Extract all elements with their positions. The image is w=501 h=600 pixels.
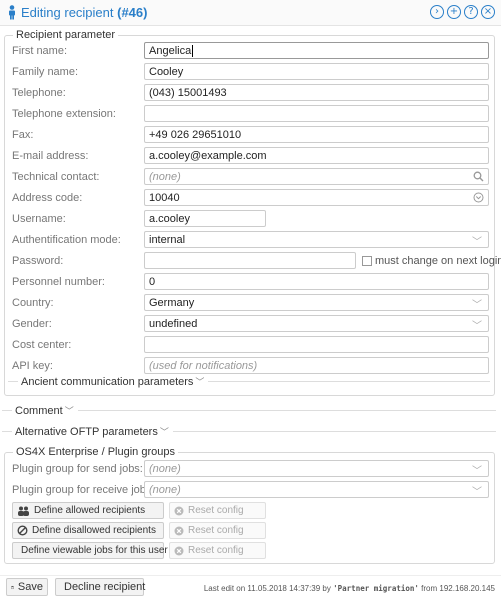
chevron-down-icon: ﹀ (472, 466, 482, 477)
os4x-legend: OS4X Enterprise / Plugin groups (13, 446, 178, 458)
gender-label: Gender: (12, 318, 52, 330)
search-icon[interactable] (473, 171, 484, 182)
person-icon (9, 5, 15, 20)
address-code-input[interactable]: 10040 (144, 189, 489, 206)
cost-center-label: Cost center: (12, 339, 72, 351)
help-circle-icon[interactable]: ? (464, 5, 478, 19)
family-name-label: Family name: (12, 66, 79, 78)
page-title: Editing recipient (#46) (21, 5, 148, 20)
define-disallowed-recipients-button[interactable]: Define disallowed recipients (12, 522, 164, 539)
decline-recipient-button[interactable]: Decline recipient (55, 578, 145, 596)
must-change-label: must change on next login (375, 255, 501, 267)
api-key-label: API key: (12, 360, 53, 372)
email-input[interactable]: a.cooley@example.com (144, 147, 489, 164)
receive-jobs-label: Plugin group for receive jobs: (12, 484, 155, 496)
footer-divider (0, 575, 501, 576)
block-icon (17, 525, 28, 536)
username-input[interactable]: a.cooley (144, 210, 266, 227)
define-viewable-jobs-button[interactable]: Define viewable jobs for this user (12, 542, 168, 559)
chevron-down-icon: ﹀ (64, 406, 74, 416)
reset-config-button[interactable]: Reset config (169, 542, 266, 559)
comment-toggle[interactable]: Comment ﹀ (2, 404, 496, 417)
comment-label: Comment (15, 404, 63, 417)
email-label: E-mail address: (12, 150, 89, 162)
personnel-number-label: Personnel number: (12, 276, 105, 288)
username-label: Username: (12, 213, 66, 225)
address-code-label: Address code: (12, 192, 83, 204)
chevron-down-circle-icon[interactable] (473, 192, 484, 203)
first-name-label: First name: (12, 45, 68, 57)
must-change-checkbox[interactable] (362, 256, 372, 266)
cost-center-input[interactable] (144, 336, 489, 353)
fax-input[interactable]: +49 026 29651010 (144, 126, 489, 143)
close-circle-icon (174, 506, 184, 515)
close-circle-icon (174, 546, 184, 555)
reset-config-button[interactable]: Reset config (169, 522, 266, 539)
country-select[interactable]: Germany ﹀ (144, 294, 489, 311)
fax-label: Fax: (12, 129, 34, 141)
ancient-communication-label: Ancient communication parameters (21, 375, 194, 388)
chevron-down-icon: ﹀ (472, 321, 482, 332)
reset-config-button[interactable]: Reset config (169, 502, 266, 519)
technical-contact-label: Technical contact: (12, 171, 100, 183)
chevron-down-icon: ﹀ (472, 237, 482, 248)
send-jobs-select[interactable]: (none) ﹀ (144, 460, 489, 477)
close-circle-icon[interactable]: × (481, 5, 495, 19)
save-button[interactable]: Save (6, 578, 48, 596)
gender-select[interactable]: undefined ﹀ (144, 315, 489, 332)
password-input[interactable] (144, 252, 356, 269)
chevron-down-icon: ﹀ (472, 487, 482, 498)
personnel-number-input[interactable]: 0 (144, 273, 489, 290)
last-edit-info: Last edit on 11.05.2018 14:37:39 by 'Par… (203, 584, 495, 593)
chevron-down-icon: ﹀ (472, 300, 482, 311)
chevron-down-icon: ﹀ (159, 427, 169, 437)
recipient-parameter-legend: Recipient parameter (13, 29, 119, 41)
authentification-mode-select[interactable]: internal ﹀ (144, 231, 489, 248)
telephone-extension-label: Telephone extension: (12, 108, 116, 120)
title-bar: Editing recipient (#46) › + ? × (0, 0, 501, 26)
users-icon (18, 506, 29, 516)
close-circle-icon (174, 526, 184, 535)
oftp-label: Alternative OFTP parameters (15, 425, 158, 438)
api-key-input[interactable]: (used for notifications) (144, 357, 489, 374)
define-allowed-recipients-button[interactable]: Define allowed recipients (12, 502, 164, 519)
technical-contact-input[interactable]: (none) (144, 168, 489, 185)
chevron-right-circle-icon[interactable]: › (430, 5, 444, 19)
country-label: Country: (12, 297, 54, 309)
ancient-communication-toggle[interactable]: Ancient communication parameters ﹀ (8, 375, 490, 388)
telephone-input[interactable]: (043) 15001493 (144, 84, 489, 101)
first-name-input[interactable]: Angelica (144, 42, 489, 59)
family-name-input[interactable]: Cooley (144, 63, 489, 80)
save-icon (11, 585, 14, 589)
telephone-extension-input[interactable] (144, 105, 489, 122)
send-jobs-label: Plugin group for send jobs: (12, 463, 143, 475)
chevron-down-icon: ﹀ (195, 377, 205, 387)
plus-circle-icon[interactable]: + (447, 5, 461, 19)
authentification-mode-label: Authentification mode: (12, 234, 121, 246)
oftp-toggle[interactable]: Alternative OFTP parameters ﹀ (2, 425, 496, 438)
receive-jobs-select[interactable]: (none) ﹀ (144, 481, 489, 498)
telephone-label: Telephone: (12, 87, 66, 99)
password-label: Password: (12, 255, 64, 267)
